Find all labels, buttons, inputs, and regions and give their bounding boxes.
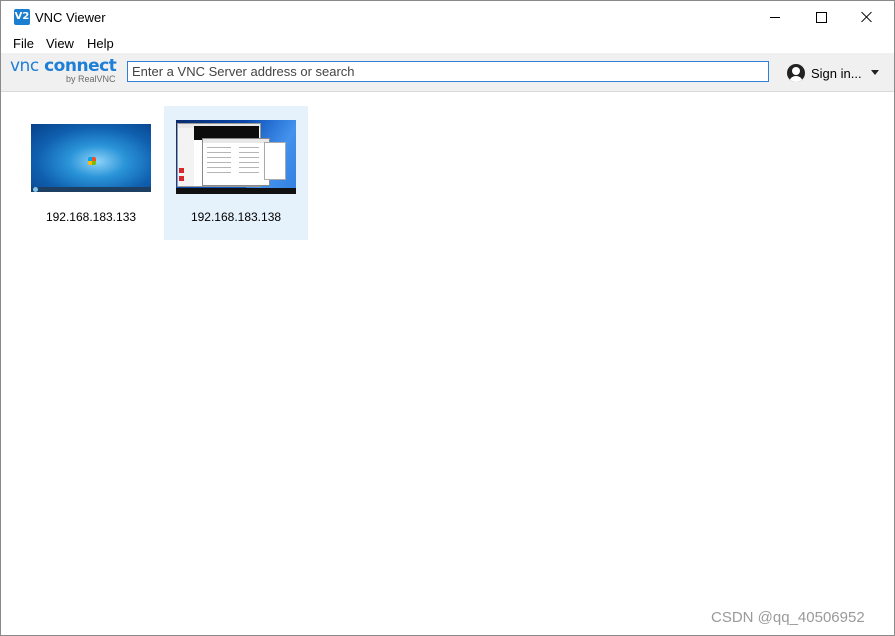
- connection-address: 192.168.183.133: [45, 210, 137, 224]
- connection-address: 192.168.183.138: [190, 210, 282, 224]
- maximize-button[interactable]: [798, 1, 844, 33]
- connection-tile[interactable]: 192.168.183.138: [164, 106, 308, 240]
- brand-byline: by RealVNC: [66, 74, 116, 84]
- vnc-viewer-window: V2 VNC Viewer File View Help vnc connect…: [0, 0, 895, 636]
- title-bar[interactable]: V2 VNC Viewer: [1, 1, 894, 33]
- toolbar: vnc connect by RealVNC Sign in...: [1, 53, 894, 92]
- sign-in-button[interactable]: Sign in...: [787, 62, 887, 84]
- server-address-search-input[interactable]: [127, 61, 769, 82]
- app-icon: [179, 176, 184, 181]
- chevron-down-icon[interactable]: [871, 70, 879, 75]
- menu-help[interactable]: Help: [87, 36, 114, 51]
- maximize-icon: [815, 11, 827, 23]
- window-title: VNC Viewer: [35, 10, 106, 25]
- menu-view[interactable]: View: [46, 36, 74, 51]
- connection-tile[interactable]: 192.168.183.133: [19, 106, 163, 240]
- watermark: CSDN @qq_40506952: [711, 609, 865, 626]
- close-icon: [861, 11, 873, 23]
- minimize-icon: [770, 16, 780, 18]
- desktop-thumbnail: [31, 124, 151, 192]
- menu-file[interactable]: File: [13, 36, 34, 51]
- brand-logo-text: vnc connect: [10, 56, 117, 76]
- windows-logo-icon: [88, 157, 96, 165]
- desktop-thumbnail: [176, 120, 296, 194]
- close-button[interactable]: [844, 1, 890, 33]
- menu-bar: File View Help: [1, 33, 894, 53]
- minimize-button[interactable]: [752, 1, 798, 33]
- vnc-connect-logo: vnc connect by RealVNC: [10, 56, 120, 88]
- user-account-icon: [787, 64, 805, 82]
- sign-in-label: Sign in...: [811, 65, 862, 81]
- address-book-area[interactable]: 192.168.183.133 192.168.183.138: [1, 92, 894, 635]
- app-icon: [179, 168, 184, 173]
- vnc-viewer-app-icon: V2: [14, 9, 30, 25]
